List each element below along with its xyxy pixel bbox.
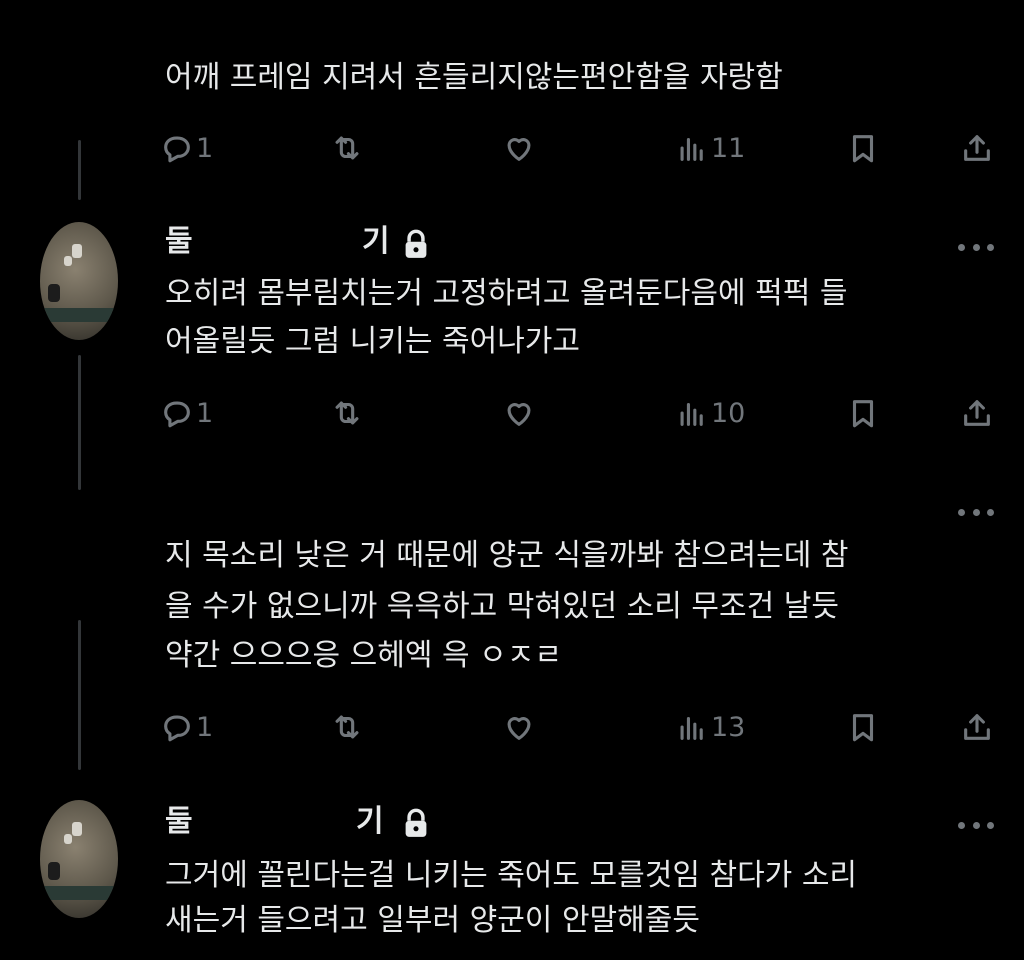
reply-count: 1 (196, 397, 214, 429)
thread-line (78, 620, 81, 770)
lock-icon (405, 808, 427, 837)
post-text: 오히려 몸부림치는거 고정하려고 올려둔다음에 퍽퍽 들 (165, 276, 848, 311)
repost-icon (335, 136, 359, 160)
views-button[interactable]: 13 (675, 707, 745, 747)
author-name[interactable]: 둘 (165, 224, 193, 260)
bookmark-icon (852, 135, 874, 163)
author-name-suffix[interactable]: 기 (356, 804, 384, 840)
post-text: 을 수가 없으니까 윽윽하고 막혀있던 소리 무조건 날듯 (165, 589, 839, 624)
author-name-suffix[interactable]: 기 (362, 224, 390, 260)
reply-count: 1 (196, 711, 214, 743)
like-button[interactable] (502, 707, 536, 747)
repost-button[interactable] (330, 128, 364, 168)
thread-line (78, 140, 81, 200)
more-icon (958, 821, 965, 829)
action-bar: 1 10 (160, 393, 1000, 433)
bookmark-button[interactable] (846, 707, 880, 747)
action-bar: 1 13 (160, 707, 1000, 747)
repost-button[interactable] (330, 707, 364, 747)
post-text: 지 목소리 낮은 거 때문에 양군 식을까봐 참으려는데 참 (165, 538, 849, 573)
share-icon (964, 400, 990, 426)
more-button[interactable] (958, 242, 994, 252)
repost-icon (335, 715, 359, 739)
views-icon (680, 137, 703, 161)
more-icon (958, 243, 965, 251)
reply-button[interactable]: 1 (160, 393, 213, 433)
post-text: 어올릴듯 그럼 니키는 죽어나가고 (165, 324, 581, 359)
share-icon (964, 135, 990, 161)
share-button[interactable] (960, 707, 994, 747)
more-button[interactable] (958, 820, 994, 830)
like-button[interactable] (502, 128, 536, 168)
bookmark-button[interactable] (846, 128, 880, 168)
bookmark-button[interactable] (846, 393, 880, 433)
views-button[interactable]: 10 (675, 393, 745, 433)
repost-button[interactable] (330, 393, 364, 433)
author-name[interactable]: 둘 (165, 804, 193, 840)
reply-icon (164, 715, 190, 742)
like-button[interactable] (502, 393, 536, 433)
views-count: 13 (711, 711, 746, 743)
reply-icon (164, 401, 190, 428)
post-text: 새는거 들으려고 일부러 양군이 안말해줄듯 (165, 903, 700, 938)
post-text: 어깨 프레임 지려서 흔들리지않는편안함을 자랑함 (165, 60, 783, 95)
like-icon (507, 138, 531, 161)
action-bar: 1 11 (160, 128, 1000, 168)
reply-button[interactable]: 1 (160, 707, 213, 747)
like-icon (507, 717, 531, 740)
like-icon (507, 403, 531, 426)
views-count: 11 (711, 132, 746, 164)
reply-count: 1 (196, 132, 214, 164)
views-button[interactable]: 11 (675, 128, 745, 168)
reply-icon (164, 136, 190, 163)
post-text: 약간 으으으응 으헤엑 윽 ㅇㅈㄹ (165, 638, 562, 673)
avatar[interactable] (40, 800, 118, 918)
more-button[interactable] (958, 507, 994, 517)
share-icon (964, 714, 990, 740)
views-count: 10 (711, 397, 746, 429)
reply-button[interactable]: 1 (160, 128, 213, 168)
repost-icon (335, 401, 359, 425)
share-button[interactable] (960, 393, 994, 433)
views-icon (680, 716, 703, 740)
avatar[interactable] (40, 222, 118, 340)
lock-icon (405, 229, 427, 258)
post-text: 그거에 꼴린다는걸 니키는 죽어도 모를것임 참다가 소리 (165, 858, 858, 893)
bookmark-icon (852, 400, 874, 428)
views-icon (680, 402, 703, 426)
more-icon (958, 508, 965, 516)
share-button[interactable] (960, 128, 994, 168)
thread-line (78, 355, 81, 490)
bookmark-icon (852, 714, 874, 742)
